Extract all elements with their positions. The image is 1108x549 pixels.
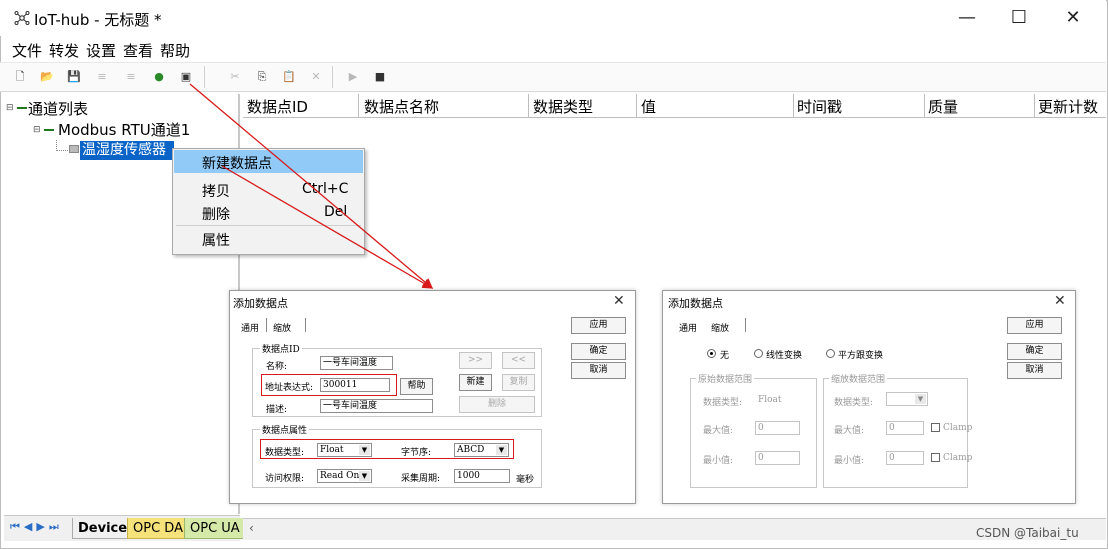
annotation-arrows [189, 83, 434, 289]
arrow-menu-to-dialog [221, 165, 434, 289]
arrow-toolbar-to-dialog [189, 83, 433, 289]
